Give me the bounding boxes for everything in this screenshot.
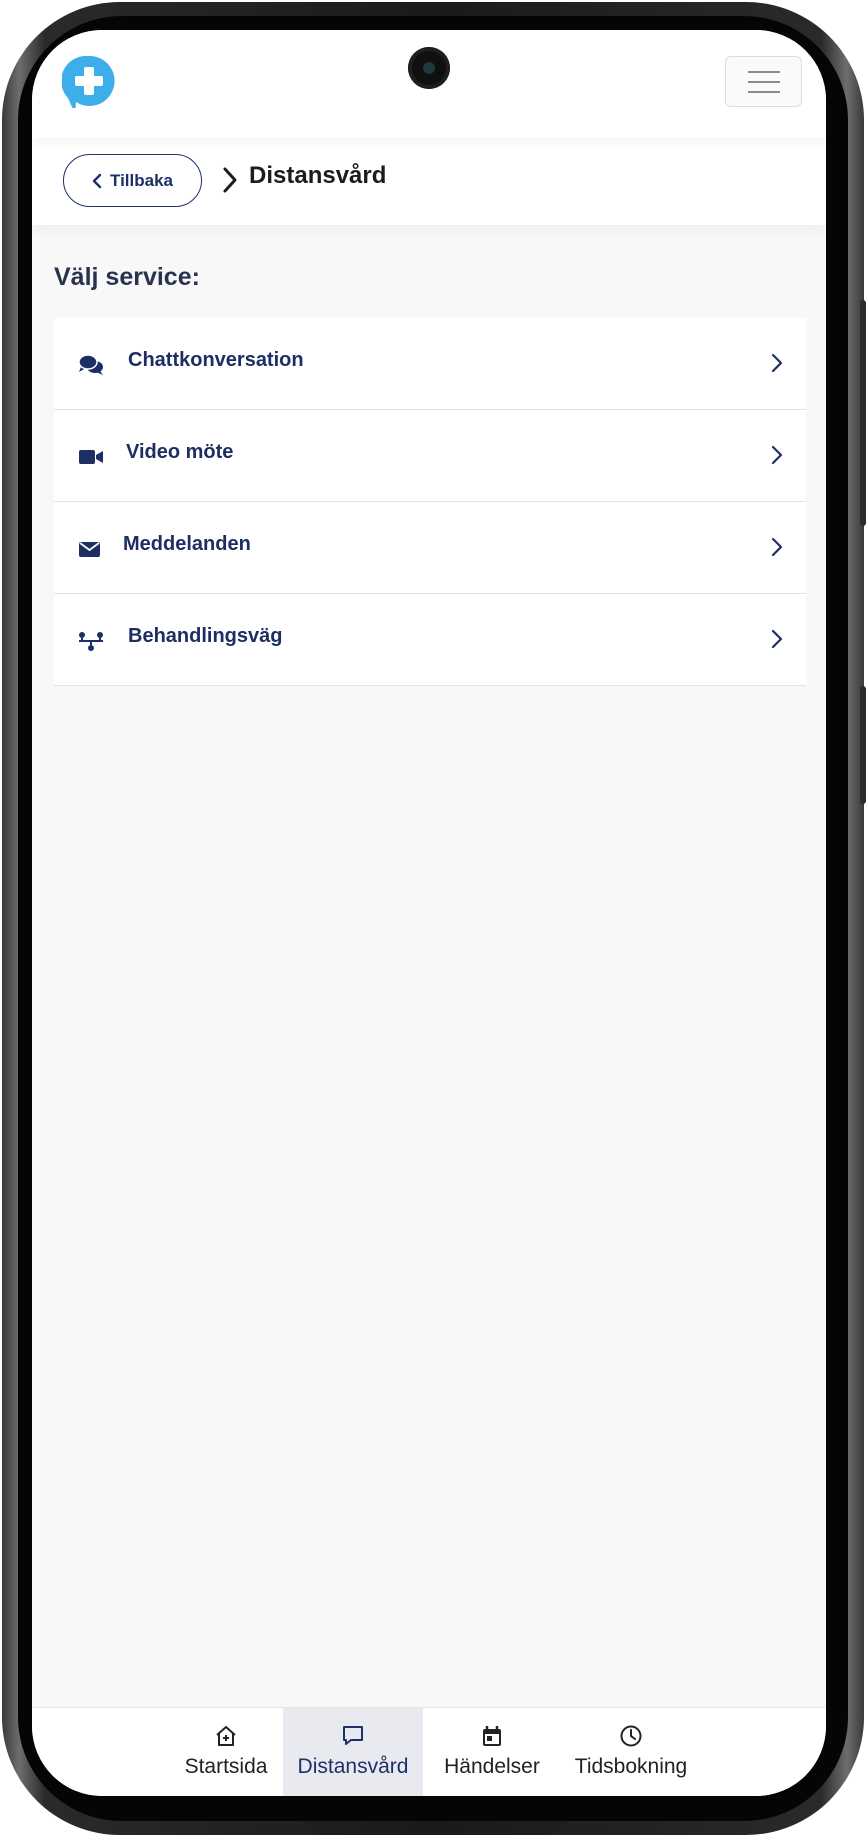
nav-item-tidsbokning[interactable]: Tidsbokning bbox=[561, 1708, 701, 1796]
service-item-messages[interactable]: Meddelanden bbox=[54, 502, 806, 594]
page-title: Distansvård bbox=[249, 162, 387, 189]
bottom-navigation: Startsida Distansvård Händelser Tidsbokn… bbox=[32, 1707, 826, 1796]
chevron-right-icon bbox=[771, 353, 783, 373]
nav-label: Tidsbokning bbox=[574, 1755, 688, 1778]
video-camera-icon bbox=[79, 450, 103, 464]
top-bar bbox=[32, 30, 826, 138]
service-list: Chattkonversation Video möte Meddelanden… bbox=[54, 318, 806, 686]
service-item-chat[interactable]: Chattkonversation bbox=[54, 318, 806, 410]
chevron-left-icon bbox=[92, 173, 102, 188]
phone-volume-button bbox=[860, 300, 866, 526]
back-button[interactable]: Tillbaka bbox=[63, 154, 202, 207]
app-screen: Tillbaka Distansvård Välj service: Chatt… bbox=[32, 30, 826, 1796]
envelope-icon bbox=[79, 542, 100, 557]
breadcrumb: Tillbaka Distansvård bbox=[32, 138, 826, 225]
nav-label: Händelser bbox=[444, 1755, 540, 1778]
service-item-treatment-path[interactable]: Behandlingsväg bbox=[54, 594, 806, 686]
medical-cross-chat-icon[interactable] bbox=[62, 54, 116, 108]
chat-bubbles-icon bbox=[78, 354, 103, 375]
chevron-right-icon bbox=[223, 167, 237, 193]
clock-icon bbox=[620, 1725, 642, 1747]
service-label: Video möte bbox=[126, 441, 234, 463]
chat-bubble-icon bbox=[343, 1726, 363, 1745]
nav-label: Startsida bbox=[184, 1755, 268, 1778]
home-icon bbox=[216, 1726, 236, 1746]
chevron-right-icon bbox=[771, 629, 783, 649]
back-button-label: Tillbaka bbox=[110, 170, 173, 190]
chevron-right-icon bbox=[771, 445, 783, 465]
nav-item-handelser[interactable]: Händelser bbox=[431, 1708, 553, 1796]
nav-item-startsida[interactable]: Startsida bbox=[172, 1708, 280, 1796]
front-camera bbox=[408, 47, 450, 89]
nav-label: Distansvård bbox=[297, 1755, 409, 1778]
service-label: Behandlingsväg bbox=[128, 625, 283, 647]
service-label: Meddelanden bbox=[123, 533, 251, 555]
calendar-icon bbox=[483, 1726, 501, 1746]
chevron-right-icon bbox=[771, 537, 783, 557]
service-label: Chattkonversation bbox=[128, 349, 304, 371]
phone-device: Tillbaka Distansvård Välj service: Chatt… bbox=[0, 0, 866, 1837]
phone-power-button bbox=[860, 686, 866, 804]
service-item-video[interactable]: Video möte bbox=[54, 410, 806, 502]
hamburger-menu-icon[interactable] bbox=[725, 56, 802, 107]
treatment-path-icon bbox=[79, 632, 103, 651]
nav-item-distansvard[interactable]: Distansvård bbox=[283, 1708, 423, 1796]
section-title: Välj service: bbox=[54, 263, 200, 291]
